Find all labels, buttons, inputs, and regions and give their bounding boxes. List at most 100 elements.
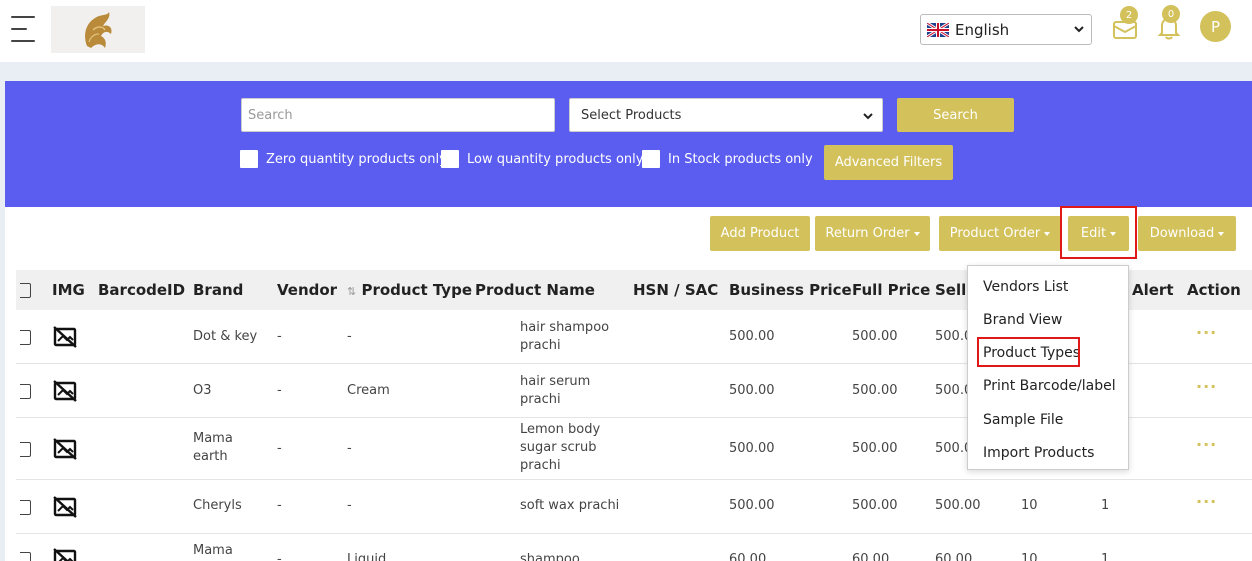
product-name-cell[interactable]: hair shampoo prachi <box>520 319 612 355</box>
search-button[interactable]: Search <box>897 98 1014 132</box>
checkbox-box[interactable] <box>642 150 660 168</box>
table-row[interactable]: Cheryls - - soft wax prachi 500.00 500.0… <box>16 480 1252 534</box>
business-price-cell: 500.00 <box>729 383 775 398</box>
menu-item-import-products[interactable]: Import Products <box>983 445 1094 461</box>
checkbox-box[interactable] <box>441 150 459 168</box>
menu-item-sample-file[interactable]: Sample File <box>983 412 1063 428</box>
product-name-cell[interactable]: soft wax prachi <box>520 497 630 515</box>
brand-cell: Dot & key <box>193 329 258 344</box>
user-avatar[interactable]: P <box>1200 11 1231 42</box>
row-checkbox[interactable] <box>20 552 31 561</box>
product-select[interactable]: Select Products <box>569 98 883 132</box>
product-type-cell: - <box>347 441 352 456</box>
column-header-full-price[interactable]: Full Price <box>852 281 930 299</box>
full-price-cell: 60.00 <box>852 552 890 561</box>
quantity-cell: 10 <box>1021 498 1038 513</box>
row-action-menu-icon[interactable]: ··· <box>1196 323 1217 342</box>
search-input[interactable] <box>241 98 555 132</box>
advanced-filters-button[interactable]: Advanced Filters <box>824 145 953 180</box>
alert-cell: 1 <box>1101 552 1110 561</box>
low-quantity-label: Low quantity products only <box>467 151 644 167</box>
no-image-icon <box>53 380 77 402</box>
table-row[interactable]: Mama - Liquid shampoo 60.00 60.00 60.00 … <box>16 534 1252 561</box>
business-price-cell: 60.00 <box>729 552 767 561</box>
row-checkbox[interactable] <box>20 442 31 457</box>
checkbox-box[interactable] <box>240 150 258 168</box>
column-header-alert[interactable]: Alert <box>1132 281 1174 299</box>
mail-button[interactable]: 2 <box>1112 6 1138 40</box>
chevron-down-icon <box>863 113 873 120</box>
woman-silhouette-logo-icon <box>85 11 112 48</box>
in-stock-label: In Stock products only <box>668 151 813 167</box>
brand-cell: O3 <box>193 383 212 398</box>
quantity-cell: 10 <box>1021 552 1038 561</box>
return-order-label: Return Order <box>825 226 910 241</box>
sort-icon: ⇅ <box>347 285 357 298</box>
menu-item-vendors-list[interactable]: Vendors List <box>983 279 1068 295</box>
language-value: English <box>955 20 1010 39</box>
column-header-vendor[interactable]: Vendor <box>277 281 337 299</box>
brand-cell: Cheryls <box>193 498 242 513</box>
alert-cell: 1 <box>1101 498 1110 513</box>
column-header-hsn[interactable]: HSN / SAC <box>633 281 718 299</box>
logo[interactable] <box>51 6 145 53</box>
column-header-business-price[interactable]: Business Price <box>729 281 852 299</box>
menu-item-brand-view[interactable]: Brand View <box>983 312 1062 328</box>
column-header-img: IMG <box>52 281 85 299</box>
notification-button[interactable]: 0 <box>1157 5 1181 40</box>
vendor-cell: - <box>277 552 282 561</box>
row-action-menu-icon[interactable]: ··· <box>1196 377 1217 396</box>
full-price-cell: 500.00 <box>852 329 898 344</box>
brand-cell: Mama earth <box>193 431 233 464</box>
product-type-label: Product Type <box>361 281 472 299</box>
business-price-cell: 500.00 <box>729 441 775 456</box>
add-product-button[interactable]: Add Product <box>710 216 810 251</box>
vendor-cell: - <box>277 498 282 513</box>
row-action-menu-icon[interactable]: ··· <box>1196 492 1217 511</box>
edit-highlight-box <box>1060 206 1137 259</box>
product-name-cell[interactable]: Lemon body sugar scrub prachi <box>520 421 612 475</box>
no-image-icon <box>53 438 77 460</box>
download-label: Download <box>1149 226 1215 241</box>
column-header-product-type[interactable]: ⇅ Product Type <box>347 281 472 299</box>
hamburger-menu-icon[interactable] <box>11 16 35 42</box>
uk-flag-icon <box>927 22 949 37</box>
full-price-cell: 500.00 <box>852 383 898 398</box>
column-header-brand[interactable]: Brand <box>193 281 243 299</box>
product-type-cell: Liquid <box>347 552 387 561</box>
vendor-cell: - <box>277 383 282 398</box>
notification-count-badge: 0 <box>1162 5 1180 23</box>
column-header-action: Action <box>1187 281 1241 299</box>
in-stock-checkbox[interactable]: In Stock products only <box>642 150 813 168</box>
product-name-cell[interactable]: shampoo <box>520 551 580 561</box>
chevron-down-icon <box>1074 26 1084 33</box>
language-select[interactable]: English <box>920 14 1092 45</box>
sell-cell: 60.00 <box>935 552 973 561</box>
select-all-checkbox[interactable] <box>20 283 31 298</box>
sell-cell: 500.00 <box>935 498 981 513</box>
no-image-icon <box>53 496 77 518</box>
download-button[interactable]: Download <box>1138 216 1236 251</box>
zero-quantity-checkbox[interactable]: Zero quantity products only <box>240 150 447 168</box>
column-header-barcode[interactable]: BarcodeID <box>98 281 185 299</box>
product-type-cell: - <box>347 498 352 513</box>
product-name-cell[interactable]: hair serum prachi <box>520 373 612 409</box>
low-quantity-checkbox[interactable]: Low quantity products only <box>441 150 643 168</box>
zero-quantity-label: Zero quantity products only <box>266 151 447 167</box>
caret-down-icon <box>1044 231 1051 236</box>
row-action-menu-icon[interactable]: ··· <box>1196 435 1217 454</box>
row-checkbox[interactable] <box>20 500 31 515</box>
row-checkbox[interactable] <box>20 330 31 345</box>
row-checkbox[interactable] <box>20 384 31 399</box>
business-price-cell: 500.00 <box>729 329 775 344</box>
top-header: English 2 0 P <box>0 0 1252 62</box>
no-image-icon <box>53 326 77 348</box>
full-price-cell: 500.00 <box>852 498 898 513</box>
menu-item-print-barcode[interactable]: Print Barcode/label <box>983 378 1116 394</box>
product-order-label: Product Order <box>949 226 1041 241</box>
column-header-sell[interactable]: Sell <box>935 281 966 299</box>
column-header-product-name[interactable]: Product Name <box>475 281 595 299</box>
product-order-button[interactable]: Product Order <box>939 216 1061 251</box>
caret-down-icon <box>1218 231 1225 236</box>
return-order-button[interactable]: Return Order <box>815 216 930 251</box>
